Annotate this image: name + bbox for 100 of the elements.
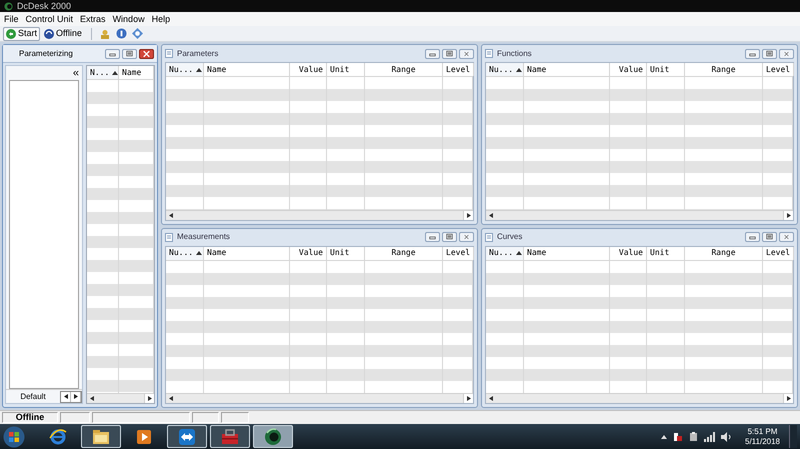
horizontal-scrollbar[interactable] (486, 393, 793, 403)
sort-arrow-icon (516, 66, 522, 72)
left-arrow-icon (169, 212, 173, 218)
left-arrow-icon (489, 212, 493, 218)
menu-item[interactable]: Control Unit (26, 14, 74, 24)
column-header[interactable]: Nu... (486, 63, 524, 76)
clock-time: 5:51 PM (748, 426, 778, 436)
restore-button[interactable] (442, 232, 457, 242)
column-header[interactable]: Unit (647, 246, 685, 260)
speaker-icon[interactable] (721, 432, 732, 442)
pane-title: Parameterizing (19, 50, 73, 58)
right-arrow-icon (786, 212, 790, 218)
panel-icon (485, 49, 493, 58)
collapse-button[interactable]: « (72, 68, 79, 78)
right-arrow-icon (74, 394, 78, 399)
tab-right-button[interactable] (71, 392, 81, 402)
column-header[interactable]: Value (610, 63, 647, 76)
column-header[interactable]: Value (610, 246, 647, 260)
clipboard-icon[interactable] (689, 432, 698, 442)
left-arrow-icon (169, 396, 173, 401)
panel-icon (485, 232, 493, 242)
show-desktop-button[interactable] (789, 425, 797, 448)
horizontal-scrollbar[interactable] (486, 210, 793, 220)
offline-button[interactable]: Offline (42, 26, 84, 40)
taskbar-button[interactable] (253, 425, 293, 448)
restore-button[interactable] (442, 48, 457, 58)
column-header[interactable]: Unit (327, 63, 365, 76)
left-arrow-icon (64, 394, 68, 399)
column-header[interactable]: Value (290, 246, 327, 260)
column-header[interactable]: Nu... (166, 63, 204, 76)
column-header[interactable]: Nu... (166, 246, 204, 260)
status-panel (60, 412, 90, 423)
column-header[interactable]: Value (290, 63, 327, 76)
status-panel (221, 412, 249, 423)
panel-icon (165, 232, 173, 242)
column-header[interactable]: Name (119, 66, 154, 79)
folder-icon (92, 428, 110, 446)
menu-item[interactable]: File (4, 14, 19, 24)
minimize-button[interactable] (105, 48, 120, 58)
minimize-button[interactable] (745, 48, 760, 58)
column-header[interactable]: Range (685, 63, 763, 76)
window-title: DcDesk 2000 (17, 2, 72, 10)
sort-arrow-icon (196, 250, 202, 256)
sort-arrow-icon (516, 250, 522, 256)
column-header[interactable]: Unit (327, 246, 365, 260)
menu-item[interactable]: Extras (80, 14, 106, 24)
status-panel (192, 412, 219, 423)
horizontal-scrollbar[interactable] (166, 210, 473, 220)
start-button[interactable]: Start (3, 26, 40, 40)
panel-title: Measurements (177, 233, 231, 241)
scroll-right-button[interactable] (783, 394, 793, 403)
column-header[interactable]: Unit (647, 63, 685, 76)
tab-label[interactable]: Default (6, 392, 60, 400)
column-header[interactable]: Level (763, 246, 794, 260)
taskbar-button[interactable] (210, 425, 250, 448)
scroll-right-button[interactable] (783, 210, 793, 220)
minimize-button[interactable] (745, 232, 760, 242)
column-header[interactable]: Name (204, 63, 290, 76)
play-icon (135, 428, 153, 446)
panel-title: Parameters (177, 50, 220, 58)
horizontal-scrollbar[interactable] (166, 393, 473, 403)
taskbar-button[interactable] (167, 425, 207, 448)
column-header[interactable]: Level (443, 246, 474, 260)
close-button[interactable] (139, 48, 154, 58)
start-orb-icon[interactable] (3, 426, 25, 448)
column-header[interactable]: Name (524, 63, 610, 76)
browser-icon (49, 428, 67, 446)
signal-icon[interactable] (704, 432, 715, 442)
horizontal-scrollbar[interactable] (87, 393, 154, 403)
scroll-right-button[interactable] (463, 394, 473, 403)
column-header[interactable]: Name (524, 246, 610, 260)
help-icon[interactable] (116, 28, 127, 39)
left-arrow-icon (90, 396, 94, 401)
scroll-right-button[interactable] (463, 210, 473, 220)
column-header[interactable]: Range (365, 63, 443, 76)
column-header[interactable]: Level (443, 63, 474, 76)
menu-item[interactable]: Window (112, 14, 145, 24)
scroll-right-button[interactable] (144, 394, 154, 403)
restore-button[interactable] (762, 48, 777, 58)
panel-icon (165, 49, 173, 58)
status-text: Offline (2, 412, 58, 423)
column-header[interactable]: Level (763, 63, 794, 76)
column-header[interactable]: Range (685, 246, 763, 260)
caret-icon[interactable] (661, 434, 667, 438)
column-header[interactable]: Range (365, 246, 443, 260)
column-header[interactable]: Name (204, 246, 290, 260)
panel-title: Curves (497, 233, 524, 241)
menu-item[interactable]: Help (152, 14, 170, 24)
minimize-button[interactable] (425, 48, 440, 58)
taskbar-button[interactable] (81, 425, 121, 448)
column-header[interactable]: N... (87, 66, 119, 79)
left-arrow-icon (489, 396, 493, 401)
restore-button[interactable] (122, 48, 137, 58)
column-header[interactable]: Nu... (486, 246, 524, 260)
flag-icon[interactable] (673, 432, 683, 442)
restore-button[interactable] (762, 232, 777, 242)
clock-date: 5/11/2018 (745, 436, 780, 446)
right-arrow-icon (466, 212, 470, 218)
info-icon[interactable] (132, 28, 143, 39)
minimize-button[interactable] (425, 232, 440, 242)
